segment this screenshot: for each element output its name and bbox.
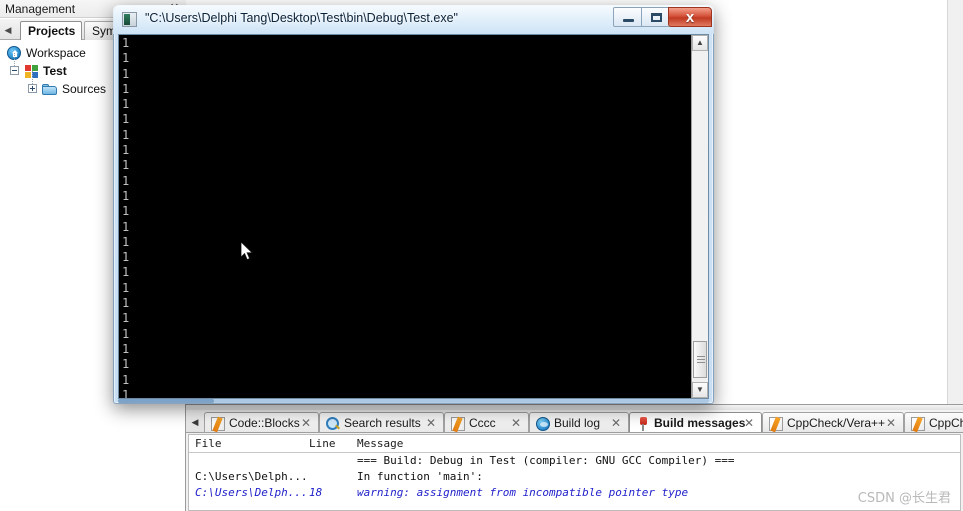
tab-cccc-label: Cccc [469, 416, 496, 430]
folder-icon [42, 84, 58, 96]
column-header-line: Line [309, 437, 336, 450]
logs-tabbar: ◀ Code::Blocks ✕ Search results ✕ Cccc ✕ [186, 410, 963, 433]
console-output-text: 1 1 1 1 1 1 1 1 1 1 1 1 1 1 1 1 1 1 1 1 … [122, 36, 130, 399]
tab-close-icon[interactable]: ✕ [300, 416, 312, 430]
console-titlebar[interactable]: "C:\Users\Delphi Tang\Desktop\Test\bin\D… [113, 5, 714, 34]
editor-vertical-scrollbar[interactable] [947, 0, 963, 404]
tab-close-icon[interactable]: ✕ [510, 416, 522, 430]
console-vertical-scrollbar[interactable]: ▲ ▼ [691, 35, 708, 398]
tree-item-sources-label: Sources [62, 82, 107, 96]
cell-file: C:\Users\Delph... [195, 470, 308, 483]
doc-icon [769, 417, 783, 431]
doc-icon [211, 417, 225, 431]
expander-expand-icon[interactable] [28, 84, 37, 93]
tab-code-blocks-label: Code::Blocks [229, 416, 300, 430]
cell-message: === Build: Debug in Test (compiler: GNU … [357, 454, 735, 467]
cell-file: C:\Users\Delph... [195, 486, 308, 499]
minimize-button[interactable] [613, 7, 642, 27]
minimize-icon [623, 19, 634, 22]
build-messages-grid[interactable]: File Line Message === Build: Debug in Te… [188, 434, 961, 511]
tab-build-messages[interactable]: Build messages ✕ [629, 412, 762, 432]
scroll-up-icon[interactable]: ▲ [692, 35, 708, 51]
doc-icon [911, 417, 925, 431]
tab-projects-label: Projects [28, 24, 76, 38]
scrollbar-thumb[interactable] [118, 399, 214, 403]
cell-message: warning: assignment from incompatible po… [357, 486, 689, 499]
tree-line [14, 53, 15, 66]
tab-cccc[interactable]: Cccc ✕ [444, 412, 529, 432]
tab-build-log[interactable]: Build log ✕ [529, 412, 629, 432]
console-window[interactable]: "C:\Users\Delphi Tang\Desktop\Test\bin\D… [113, 5, 714, 404]
tab-cppcheck[interactable]: CppChec [904, 412, 963, 432]
tab-close-icon[interactable]: ✕ [425, 416, 437, 430]
logs-panel: ◀ Code::Blocks ✕ Search results ✕ Cccc ✕ [186, 404, 963, 511]
pin-icon [636, 417, 650, 431]
management-title: Management [5, 2, 76, 16]
table-row[interactable]: C:\Users\Delph... In function 'main': [189, 469, 960, 485]
tab-close-icon[interactable]: ✕ [610, 416, 622, 430]
maximize-icon [651, 13, 662, 22]
tab-search-results-label: Search results [344, 416, 421, 430]
cell-message: In function 'main': [357, 470, 483, 483]
scrollbar-grip [697, 355, 705, 364]
console-output-area[interactable]: 1 1 1 1 1 1 1 1 1 1 1 1 1 1 1 1 1 1 1 1 … [118, 34, 709, 399]
tab-close-icon[interactable]: ✕ [743, 416, 755, 430]
tree-item-test-label: Test [43, 64, 67, 78]
tab-close-icon[interactable]: ✕ [885, 416, 897, 430]
scrollbar-thumb[interactable] [693, 341, 707, 378]
chevron-left-icon[interactable]: ◀ [189, 415, 201, 429]
table-row[interactable]: C:\Users\Delph... 18 warning: assignment… [189, 485, 960, 501]
column-header-file: File [195, 437, 222, 450]
console-window-title: "C:\Users\Delphi Tang\Desktop\Test\bin\D… [145, 11, 458, 25]
build-messages-header: File Line Message [189, 435, 960, 453]
close-icon: x [685, 9, 695, 26]
console-icon [122, 12, 137, 27]
tree-line [32, 71, 33, 84]
expander-collapse-icon[interactable] [10, 66, 19, 75]
chevron-left-icon[interactable]: ◀ [2, 22, 14, 38]
table-row[interactable]: === Build: Debug in Test (compiler: GNU … [189, 453, 960, 469]
maximize-button[interactable] [641, 7, 670, 27]
search-icon [326, 417, 340, 431]
tab-build-log-label: Build log [554, 416, 601, 430]
tab-cppcheck-label: CppChec [929, 416, 963, 430]
screen-root: 0:t_14885185193 79_0686 0:t_14885185193 … [0, 0, 963, 511]
close-button[interactable]: x [668, 7, 712, 27]
scroll-down-icon[interactable]: ▼ [692, 382, 708, 398]
csdn-watermark: CSDN @长生君 [857, 491, 951, 506]
tab-code-blocks[interactable]: Code::Blocks ✕ [204, 412, 319, 432]
cell-line: 18 [309, 486, 323, 499]
doc-icon [451, 417, 465, 431]
tree-item-workspace-label: Workspace [26, 46, 86, 60]
column-header-message: Message [357, 437, 404, 450]
tab-cppcheck-vera-label: CppCheck/Vera++ [787, 416, 886, 430]
tab-cppcheck-vera[interactable]: CppCheck/Vera++ ✕ [762, 412, 904, 432]
tab-build-messages-label: Build messages [654, 416, 746, 430]
tab-search-results[interactable]: Search results ✕ [319, 412, 444, 432]
tab-projects[interactable]: Projects [20, 21, 82, 40]
console-horizontal-scrollbar[interactable] [118, 399, 709, 403]
build-icon [536, 417, 550, 431]
